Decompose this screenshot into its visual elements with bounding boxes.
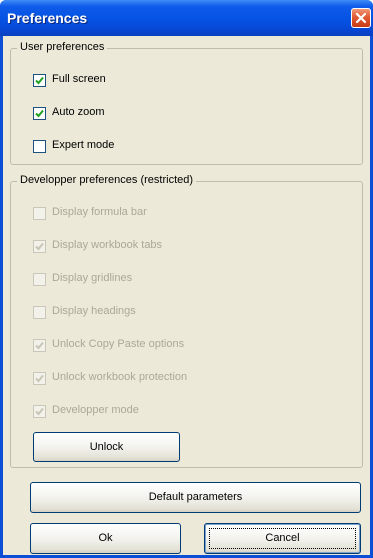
checkbox-label: Full screen: [52, 73, 106, 85]
developer-preferences-legend: Developper preferences (restricted): [17, 174, 197, 186]
checkbox-label: Display gridlines: [52, 272, 133, 284]
checkmark-icon: [35, 341, 44, 350]
checkmark-icon: [35, 374, 44, 383]
checkbox-label: Unlock workbook protection: [52, 371, 188, 383]
checkbox-label: Display formula bar: [52, 206, 147, 218]
developer-preferences-group: Developper preferences (restricted) Disp…: [10, 174, 363, 468]
checkbox-box[interactable]: [33, 74, 46, 87]
checkbox-label: Unlock Copy Paste options: [52, 338, 185, 350]
title-bar[interactable]: Preferences: [0, 0, 373, 36]
checkmark-icon: [35, 407, 44, 416]
cancel-button[interactable]: Cancel: [204, 523, 361, 554]
ok-label: Ok: [98, 532, 113, 544]
checkbox-box[interactable]: [33, 140, 46, 153]
checkbox-box[interactable]: [33, 306, 46, 319]
close-icon: [355, 12, 367, 24]
checkbox-label: Display headings: [52, 305, 136, 317]
checkbox-label: Expert mode: [52, 139, 115, 151]
checkbox-box[interactable]: [33, 273, 46, 286]
cancel-label: Cancel: [265, 532, 300, 544]
ok-button[interactable]: Ok: [30, 523, 181, 554]
checkbox-box[interactable]: [33, 405, 46, 418]
user-preferences-legend: User preferences: [17, 41, 108, 53]
checkmark-icon: [35, 109, 44, 118]
user-preferences-group: User preferences Full screen Auto zoom E…: [10, 41, 363, 165]
checkbox-box[interactable]: [33, 372, 46, 385]
checkbox-box[interactable]: [33, 240, 46, 253]
checkbox-label: Display workbook tabs: [52, 239, 163, 251]
checkbox-box[interactable]: [33, 339, 46, 352]
checkbox-label: Developper mode: [52, 404, 139, 416]
checkmark-icon: [35, 242, 44, 251]
dialog-body: User preferences Full screen Auto zoom E…: [3, 36, 370, 555]
default-parameters-button[interactable]: Default parameters: [30, 482, 361, 513]
preferences-window: Preferences User preferences Full screen: [0, 0, 373, 558]
checkbox-box[interactable]: [33, 207, 46, 220]
unlock-button[interactable]: Unlock: [33, 432, 180, 462]
checkmark-icon: [35, 76, 44, 85]
unlock-button-label: Unlock: [89, 441, 124, 453]
close-button[interactable]: [351, 8, 371, 28]
checkbox-box[interactable]: [33, 107, 46, 120]
default-parameters-label: Default parameters: [148, 491, 243, 503]
window-title: Preferences: [7, 10, 88, 26]
checkbox-label: Auto zoom: [52, 106, 105, 118]
